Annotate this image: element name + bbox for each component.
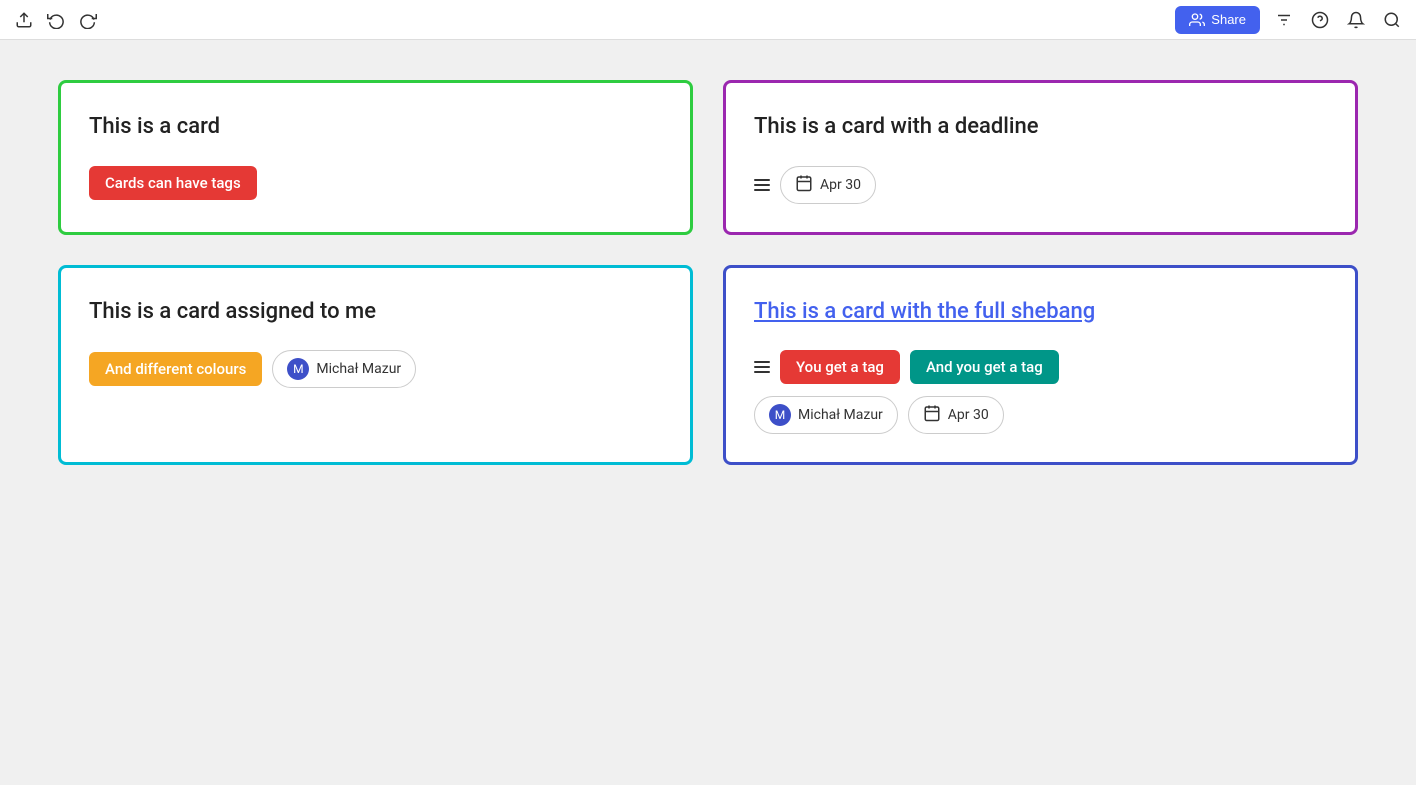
undo-icon[interactable] xyxy=(44,8,68,32)
card-3-assignee-0-name: Michał Mazur xyxy=(316,361,401,377)
card-1-title: This is a card xyxy=(89,113,662,142)
redo-icon[interactable] xyxy=(76,8,100,32)
card-1[interactable]: This is a card Cards can have tags xyxy=(58,80,693,235)
cards-grid: This is a card Cards can have tags This … xyxy=(58,80,1358,465)
card-3-tag-0[interactable]: And different colours xyxy=(89,352,262,386)
card-2-footer: Apr 30 xyxy=(754,166,1327,204)
card-4-avatar-icon: M xyxy=(769,404,791,426)
card-4[interactable]: This is a card with the full shebang You… xyxy=(723,265,1358,466)
card-2-title: This is a card with a deadline xyxy=(754,113,1327,142)
card-4-assignee-0[interactable]: M Michał Mazur xyxy=(754,396,898,434)
card-1-tag-0[interactable]: Cards can have tags xyxy=(89,166,257,200)
canvas: This is a card Cards can have tags This … xyxy=(0,40,1416,785)
avatar-icon: M xyxy=(287,358,309,380)
card-2-deadline[interactable]: Apr 30 xyxy=(780,166,876,204)
card-4-tag-0[interactable]: You get a tag xyxy=(780,350,900,384)
lines-icon xyxy=(754,179,770,191)
card-4-title-link[interactable]: This is a card with the full shebang xyxy=(754,298,1327,327)
share-label: Share xyxy=(1211,12,1246,27)
card-4-tag-1[interactable]: And you get a tag xyxy=(910,350,1059,384)
card-3[interactable]: This is a card assigned to me And differ… xyxy=(58,265,693,466)
share-button[interactable]: Share xyxy=(1175,6,1260,34)
card-4-deadline-text: Apr 30 xyxy=(948,407,989,423)
notifications-icon[interactable] xyxy=(1344,8,1368,32)
upload-icon[interactable] xyxy=(12,8,36,32)
card-3-footer: And different colours M Michał Mazur xyxy=(89,350,662,388)
card-4-assignee-0-name: Michał Mazur xyxy=(798,407,883,423)
calendar-icon xyxy=(795,174,813,196)
card-4-footer-top: You get a tag And you get a tag xyxy=(754,350,1327,384)
card-4-footer-bottom: M Michał Mazur Apr 30 xyxy=(754,396,1327,434)
toolbar: Share xyxy=(0,0,1416,40)
help-icon[interactable] xyxy=(1308,8,1332,32)
card-4-lines-icon xyxy=(754,361,770,373)
card-2[interactable]: This is a card with a deadline Apr 30 xyxy=(723,80,1358,235)
card-4-calendar-icon xyxy=(923,404,941,426)
card-1-footer: Cards can have tags xyxy=(89,166,662,200)
toolbar-right: Share xyxy=(1175,6,1404,34)
card-2-deadline-text: Apr 30 xyxy=(820,177,861,193)
card-3-assignee-0[interactable]: M Michał Mazur xyxy=(272,350,416,388)
search-icon[interactable] xyxy=(1380,8,1404,32)
card-4-deadline[interactable]: Apr 30 xyxy=(908,396,1004,434)
filters-icon[interactable] xyxy=(1272,8,1296,32)
toolbar-left xyxy=(12,8,100,32)
card-3-title: This is a card assigned to me xyxy=(89,298,662,327)
